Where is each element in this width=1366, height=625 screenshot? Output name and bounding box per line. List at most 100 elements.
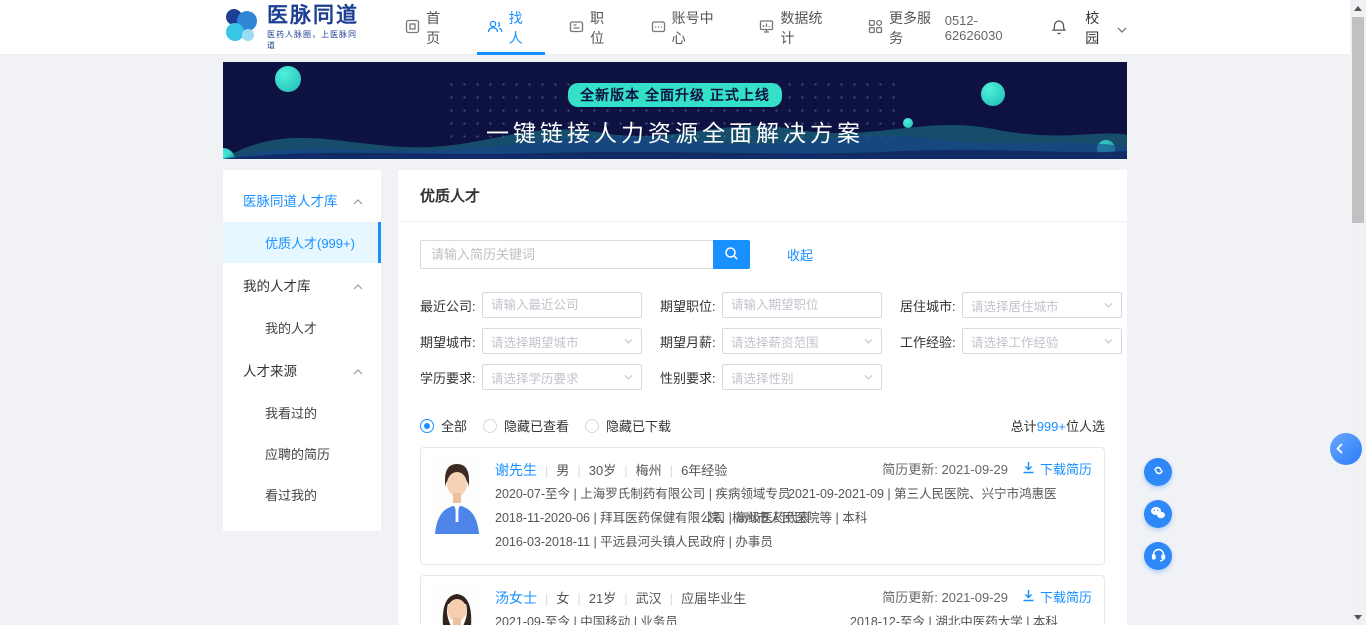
candidate-card: 汤女士女21岁武汉应届毕业生 简历更新: 2021-09-29 下载简历 202… — [420, 575, 1105, 625]
collapse-side-tab[interactable] — [1330, 433, 1362, 465]
wechat-icon — [1150, 506, 1166, 523]
nav-item-home[interactable]: 首页 — [403, 0, 455, 55]
total-count: 总计999+位人选 — [1011, 416, 1105, 435]
page-title: 优质人才 — [398, 170, 1127, 221]
candidate-name[interactable]: 谢先生 — [495, 462, 537, 478]
download-resume-button[interactable]: 下载简历 — [1022, 586, 1092, 610]
education-select[interactable]: 请选择学历要求 — [482, 364, 642, 390]
nav-item-data-stats[interactable]: 数据统计 — [757, 0, 836, 55]
chevron-down-icon — [624, 374, 633, 380]
chevron-down-icon — [1104, 302, 1113, 308]
stats-icon — [759, 19, 774, 37]
page-scrollbar[interactable] — [1350, 0, 1366, 625]
campus-label: 校园 — [1085, 8, 1112, 48]
chevron-down-icon — [864, 374, 873, 380]
nav-item-jobs[interactable]: 职位 — [567, 0, 619, 55]
headset-icon — [1151, 547, 1166, 565]
expected-salary-select[interactable]: 请选择薪资范围 — [722, 328, 882, 354]
scroll-down-button[interactable] — [1350, 609, 1366, 625]
candidate-city: 梅州 — [616, 463, 661, 478]
female-avatar — [433, 586, 481, 625]
chevron-down-icon — [624, 338, 633, 344]
sidebar-group-yimai-talent-pool[interactable]: 医脉同道人才库 — [223, 178, 381, 222]
sidebar-item-viewed-me[interactable]: 看过我的 — [223, 474, 381, 515]
filter-gender: 性别要求: 请选择性别 — [660, 364, 900, 390]
chevron-down-icon — [1117, 20, 1127, 36]
sidebar-item-label: 我的人才 — [265, 321, 317, 336]
filter-label: 居住城市: — [900, 296, 962, 315]
residence-city-select[interactable]: 请选择居住城市 — [962, 292, 1122, 318]
radio-label: 隐藏已下载 — [606, 416, 671, 435]
logo-name: 医脉同道 — [267, 5, 363, 27]
chevron-left-icon — [1336, 442, 1343, 457]
scroll-up-button[interactable] — [1350, 0, 1366, 16]
expected-city-select[interactable]: 请选择期望城市 — [482, 328, 642, 354]
candidate-name[interactable]: 汤女士 — [495, 590, 537, 606]
gender-select[interactable]: 请选择性别 — [722, 364, 882, 390]
expected-position-input[interactable] — [731, 298, 873, 312]
search-input[interactable] — [420, 240, 713, 269]
bell-icon[interactable] — [1051, 19, 1067, 36]
sidebar-item-viewed-by-me[interactable]: 我看过的 — [223, 392, 381, 433]
experience-line: 2021-09-至今 | 中国移动 | 业务员 2018-12-至今 | 湖北中… — [495, 610, 1092, 625]
more-services-icon — [868, 19, 883, 37]
filter-work-experience: 工作经验: 请选择工作经验 — [900, 328, 1122, 354]
logo[interactable]: 医脉同道 医药人脉圈，上医脉同道 — [223, 5, 363, 51]
filter-expected-salary: 期望月薪: 请选择薪资范围 — [660, 328, 900, 354]
sidebar-group-label: 人才来源 — [243, 360, 297, 380]
filter-label: 性别要求: — [660, 368, 722, 387]
download-resume-button[interactable]: 下载简历 — [1022, 458, 1092, 482]
sidebar-item-my-talent[interactable]: 我的人才 — [223, 307, 381, 348]
filter-form: 最近公司: 期望职位: 居住城市: 请选择居住城市 期望城市: 请选择期望城市 … — [420, 292, 1105, 390]
sidebar-item-label: 看过我的 — [265, 488, 317, 503]
sidebar-item-quality-talent[interactable]: 优质人才(999+) — [223, 222, 381, 263]
candidate-age: 30岁 — [569, 463, 616, 478]
banner-badge: 全新版本 全面升级 正式上线 — [568, 83, 782, 107]
radio-icon — [585, 419, 599, 433]
nav-label: 首页 — [426, 8, 453, 48]
radio-icon — [420, 419, 434, 433]
logo-tagline: 医药人脉圈，上医脉同道 — [267, 29, 363, 51]
job-icon — [569, 19, 584, 37]
link-icon — [1151, 463, 1166, 481]
candidate-city: 武汉 — [616, 591, 661, 606]
candidate-experience: 应届毕业生 — [662, 591, 746, 606]
resume-update: 简历更新: 2021-09-29 — [882, 586, 1008, 610]
search-row: 收起 — [398, 222, 1127, 269]
sidebar-item-label: 优质人才(999+) — [265, 236, 355, 251]
filter-expected-city: 期望城市: 请选择期望城市 — [420, 328, 660, 354]
scrollbar-thumb[interactable] — [1352, 17, 1364, 223]
collapse-link[interactable]: 收起 — [787, 245, 813, 264]
candidate-list: 谢先生男30岁梅州6年经验 简历更新: 2021-09-29 下载简历 2020… — [420, 447, 1105, 625]
chevron-up-icon — [353, 193, 363, 208]
radio-all[interactable]: 全部 — [420, 416, 467, 435]
nav-label: 职位 — [590, 8, 617, 48]
chevron-up-icon — [353, 278, 363, 293]
sidebar-group-label: 医脉同道人才库 — [243, 190, 338, 210]
filter-label: 期望城市: — [420, 332, 482, 351]
sidebar-group-my-talent-pool[interactable]: 我的人才库 — [223, 263, 381, 307]
nav-item-more-services[interactable]: 更多服务 — [866, 0, 945, 55]
customer-service-button[interactable] — [1144, 542, 1172, 570]
recent-company-input[interactable] — [491, 298, 633, 312]
radio-icon — [483, 419, 497, 433]
sidebar-group-talent-source[interactable]: 人才来源 — [223, 348, 381, 392]
radio-hide-downloaded[interactable]: 隐藏已下载 — [585, 416, 671, 435]
sidebar-item-applied-resumes[interactable]: 应聘的简历 — [223, 433, 381, 474]
campus-dropdown[interactable]: 校园 — [1085, 8, 1127, 48]
search-button[interactable] — [713, 240, 750, 269]
download-icon — [1022, 586, 1035, 610]
nav-item-find-people[interactable]: 找人 — [485, 0, 538, 55]
radio-hide-viewed[interactable]: 隐藏已查看 — [483, 416, 569, 435]
nav-label: 更多服务 — [889, 8, 943, 48]
main-nav: 首页 找人 职位 账号中心 数据统计 更多服务 — [403, 0, 945, 55]
floating-buttons — [1144, 458, 1172, 570]
nav-item-account-center[interactable]: 账号中心 — [649, 0, 728, 55]
candidate-card: 谢先生男30岁梅州6年经验 简历更新: 2021-09-29 下载简历 2020… — [420, 447, 1105, 565]
male-avatar — [433, 458, 481, 534]
main-panel: 优质人才 收起 最近公司: 期望职位: 居住城市: 请选择居住城市 期望城市: — [398, 170, 1127, 625]
work-experience-select[interactable]: 请选择工作经验 — [962, 328, 1122, 354]
mini-program-button[interactable] — [1144, 458, 1172, 486]
chevron-down-icon — [1104, 338, 1113, 344]
wechat-button[interactable] — [1144, 500, 1172, 528]
